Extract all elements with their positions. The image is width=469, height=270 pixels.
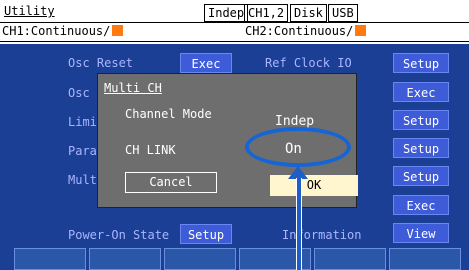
right-exec-button-1[interactable]: Exec: [393, 82, 449, 102]
information-label: Information: [282, 228, 362, 242]
multi-label: Mult: [68, 173, 97, 187]
ch2-mode-text: CH2:Continuous/: [245, 24, 354, 38]
ch2-status: CH2:Continuous/: [245, 24, 367, 38]
right-setup-button-4[interactable]: Setup: [393, 166, 449, 186]
ch2-output-indicator: [355, 25, 367, 36]
disk-chip: Disk: [290, 4, 327, 22]
osc-label: Osc: [68, 86, 90, 100]
softkey-1[interactable]: [14, 248, 86, 270]
right-setup-button-3[interactable]: Setup: [393, 138, 449, 158]
utility-screen: Utility Indep CH1,2 Disk USB CH1:Continu…: [0, 0, 469, 270]
parameter-label: Para: [68, 144, 97, 158]
power-on-state-label: Power-On State: [68, 228, 170, 242]
softkey-2[interactable]: [89, 248, 161, 270]
softkey-3[interactable]: [164, 248, 236, 270]
page-title: Utility: [4, 4, 55, 18]
channel-status-bar: CH1:Continuous/ CH2:Continuous/: [0, 22, 469, 42]
ok-button[interactable]: OK: [270, 175, 358, 196]
ref-clock-label: Ref Clock IO: [265, 56, 352, 70]
mode-chip-indep: Indep: [204, 4, 249, 22]
highlight-oval: [245, 127, 351, 167]
header-bar: Utility Indep CH1,2 Disk USB CH1:Continu…: [0, 0, 469, 44]
osc-reset-exec-button[interactable]: Exec: [180, 53, 232, 73]
softkey-6[interactable]: [389, 248, 461, 270]
annotation-arrow: [296, 178, 302, 270]
ch-link-label: CH LINK: [125, 143, 176, 157]
information-view-button[interactable]: View: [393, 223, 449, 243]
right-setup-button-2[interactable]: Setup: [393, 110, 449, 130]
limit-label: Limi: [68, 115, 97, 129]
ref-clock-setup-button[interactable]: Setup: [393, 53, 449, 73]
ch1-output-indicator: [112, 25, 124, 36]
power-on-setup-button[interactable]: Setup: [180, 224, 232, 244]
softkey-5[interactable]: [314, 248, 386, 270]
osc-reset-label: Osc Reset: [68, 56, 134, 70]
dialog-title: Multi CH: [104, 81, 162, 95]
cancel-button[interactable]: Cancel: [125, 172, 217, 193]
channel-mode-label: Channel Mode: [125, 107, 212, 121]
right-exec-button-5[interactable]: Exec: [393, 195, 449, 215]
channel-chip: CH1,2: [244, 4, 289, 22]
ch1-status: CH1:Continuous/: [2, 24, 124, 38]
ch1-mode-text: CH1:Continuous/: [2, 24, 111, 38]
usb-chip: USB: [328, 4, 358, 22]
